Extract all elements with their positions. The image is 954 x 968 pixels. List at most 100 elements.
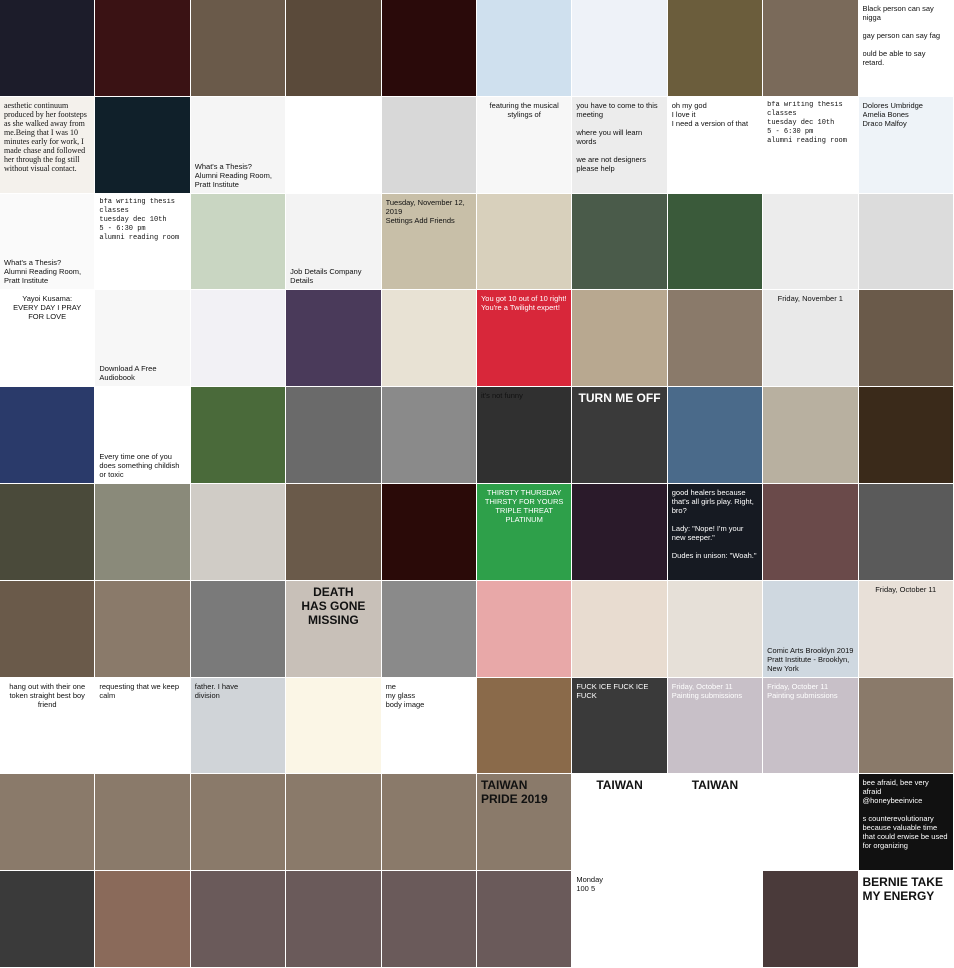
thumbnail-tile[interactable]: [858, 193, 954, 291]
thumbnail-tile[interactable]: me my glass body image: [381, 677, 477, 775]
thumbnail-tile[interactable]: [763, 774, 859, 872]
thumbnail-tile[interactable]: FUCK ICE FUCK ICE FUCK: [572, 677, 668, 775]
thumbnail-tile[interactable]: [763, 483, 859, 581]
thumbnail-tile[interactable]: father. I have division: [190, 677, 287, 775]
thumbnail-tile[interactable]: [476, 677, 573, 775]
thumbnail-tile[interactable]: [381, 0, 477, 97]
thumbnail-tile[interactable]: Friday, October 11 Painting submissions: [763, 677, 859, 775]
thumbnail-tile[interactable]: good healers because that's all girls pl…: [667, 483, 764, 581]
thumbnail-tile[interactable]: [763, 193, 859, 291]
thumbnail-tile[interactable]: [763, 871, 859, 968]
thumbnail-tile[interactable]: Yayoi Kusama: EVERY DAY I PRAY FOR LOVE: [0, 290, 96, 388]
thumbnail-tile[interactable]: [381, 774, 477, 872]
thumbnail-tile[interactable]: [381, 483, 477, 581]
thumbnail-tile[interactable]: [667, 290, 764, 388]
thumbnail-tile[interactable]: Every time one of you does something chi…: [95, 387, 191, 484]
thumbnail-tile[interactable]: [0, 0, 96, 97]
thumbnail-tile[interactable]: Download A Free Audiobook: [95, 290, 191, 388]
thumbnail-tile[interactable]: BERNIE TAKE MY ENERGY: [858, 871, 954, 968]
thumbnail-tile[interactable]: [858, 483, 954, 581]
thumbnail-tile[interactable]: [572, 580, 668, 678]
thumbnail-tile[interactable]: [286, 387, 382, 484]
thumbnail-tile[interactable]: [381, 387, 477, 484]
thumbnail-tile[interactable]: oh my god I love it I need a version of …: [667, 96, 764, 194]
thumbnail-tile[interactable]: Monday 100 5: [572, 871, 668, 968]
thumbnail-tile[interactable]: [476, 580, 573, 678]
thumbnail-tile[interactable]: What's a Thesis? Alumni Reading Room, Pr…: [0, 193, 96, 291]
thumbnail-tile[interactable]: TURN ME OFF: [572, 387, 668, 484]
thumbnail-tile[interactable]: [381, 290, 477, 388]
thumbnail-tile[interactable]: [763, 0, 859, 97]
thumbnail-tile[interactable]: [95, 871, 191, 968]
thumbnail-tile[interactable]: [667, 387, 764, 484]
thumbnail-tile[interactable]: [190, 193, 287, 291]
thumbnail-tile[interactable]: [0, 483, 96, 581]
thumbnail-tile[interactable]: you have to come to this meeting where y…: [572, 96, 668, 194]
thumbnail-tile[interactable]: [190, 871, 287, 968]
thumbnail-tile[interactable]: [667, 193, 764, 291]
thumbnail-tile[interactable]: [190, 580, 287, 678]
thumbnail-tile[interactable]: Tuesday, November 12, 2019 Settings Add …: [381, 193, 477, 291]
thumbnail-tile[interactable]: [572, 0, 668, 97]
thumbnail-tile[interactable]: [572, 483, 668, 581]
thumbnail-tile[interactable]: [190, 483, 287, 581]
thumbnail-tile[interactable]: [286, 677, 382, 775]
thumbnail-tile[interactable]: [95, 580, 191, 678]
thumbnail-tile[interactable]: Job Details Company Details: [286, 193, 382, 291]
thumbnail-tile[interactable]: [286, 774, 382, 872]
thumbnail-tile[interactable]: [381, 871, 477, 968]
thumbnail-tile[interactable]: aesthetic continuum produced by her foot…: [0, 96, 96, 194]
thumbnail-tile[interactable]: [667, 0, 764, 97]
thumbnail-tile[interactable]: bfa writing thesis classes tuesday dec 1…: [95, 193, 191, 291]
thumbnail-tile[interactable]: [286, 871, 382, 968]
thumbnail-tile[interactable]: [95, 96, 191, 194]
thumbnail-tile[interactable]: [476, 193, 573, 291]
thumbnail-tile[interactable]: Dolores Umbridge Amelia Bones Draco Malf…: [858, 96, 954, 194]
thumbnail-tile[interactable]: DEATH HAS GONE MISSING: [286, 580, 382, 678]
thumbnail-tile[interactable]: [572, 193, 668, 291]
thumbnail-tile[interactable]: featuring the musical stylings of: [476, 96, 573, 194]
thumbnail-tile[interactable]: [858, 387, 954, 484]
thumbnail-tile[interactable]: bee afraid, bee very afraid @honeybeeinv…: [858, 774, 954, 872]
thumbnail-tile[interactable]: TAIWAN: [667, 774, 764, 872]
thumbnail-tile[interactable]: [0, 774, 96, 872]
thumbnail-tile[interactable]: Friday, October 11: [858, 580, 954, 678]
thumbnail-tile[interactable]: TAIWAN: [572, 774, 668, 872]
thumbnail-tile[interactable]: [476, 0, 573, 97]
thumbnail-tile[interactable]: [667, 580, 764, 678]
thumbnail-tile[interactable]: THIRSTY THURSDAY THIRSTY FOR YOURS TRIPL…: [476, 483, 573, 581]
thumbnail-tile[interactable]: [190, 387, 287, 484]
thumbnail-tile[interactable]: [95, 0, 191, 97]
thumbnail-tile[interactable]: [190, 774, 287, 872]
thumbnail-tile[interactable]: requesting that we keep calm: [95, 677, 191, 775]
thumbnail-tile[interactable]: TAIWAN PRIDE 2019: [476, 774, 573, 872]
thumbnail-tile[interactable]: [0, 871, 96, 968]
thumbnail-tile[interactable]: [190, 0, 287, 97]
thumbnail-tile[interactable]: Comic Arts Brooklyn 2019 Pratt Institute…: [763, 580, 859, 678]
thumbnail-tile[interactable]: [286, 290, 382, 388]
thumbnail-tile[interactable]: bfa writing thesis classes tuesday dec 1…: [763, 96, 859, 194]
thumbnail-tile[interactable]: You got 10 out of 10 right! You're a Twi…: [476, 290, 573, 388]
thumbnail-tile[interactable]: [0, 580, 96, 678]
thumbnail-tile[interactable]: [95, 483, 191, 581]
thumbnail-tile[interactable]: it's not funny: [476, 387, 573, 484]
thumbnail-tile[interactable]: [763, 387, 859, 484]
thumbnail-tile[interactable]: [858, 290, 954, 388]
thumbnail-tile[interactable]: [190, 290, 287, 388]
thumbnail-tile[interactable]: [858, 677, 954, 775]
thumbnail-tile[interactable]: What's a Thesis? Alumni Reading Room, Pr…: [190, 96, 287, 194]
thumbnail-tile[interactable]: [286, 0, 382, 97]
thumbnail-tile[interactable]: Friday, November 1: [763, 290, 859, 388]
thumbnail-tile[interactable]: Black person can say nigga gay person ca…: [858, 0, 954, 97]
thumbnail-tile[interactable]: Friday, October 11 Painting submissions: [667, 677, 764, 775]
thumbnail-tile[interactable]: [572, 290, 668, 388]
thumbnail-tile[interactable]: [0, 387, 96, 484]
thumbnail-tile[interactable]: [286, 483, 382, 581]
thumbnail-tile[interactable]: [381, 96, 477, 194]
thumbnail-tile[interactable]: PERFORMER OBSERVER: [667, 871, 764, 968]
thumbnail-tile[interactable]: [95, 774, 191, 872]
thumbnail-tile[interactable]: [286, 96, 382, 194]
thumbnail-tile[interactable]: [476, 871, 573, 968]
thumbnail-tile[interactable]: hang out with their one token straight b…: [0, 677, 96, 775]
thumbnail-tile[interactable]: [381, 580, 477, 678]
